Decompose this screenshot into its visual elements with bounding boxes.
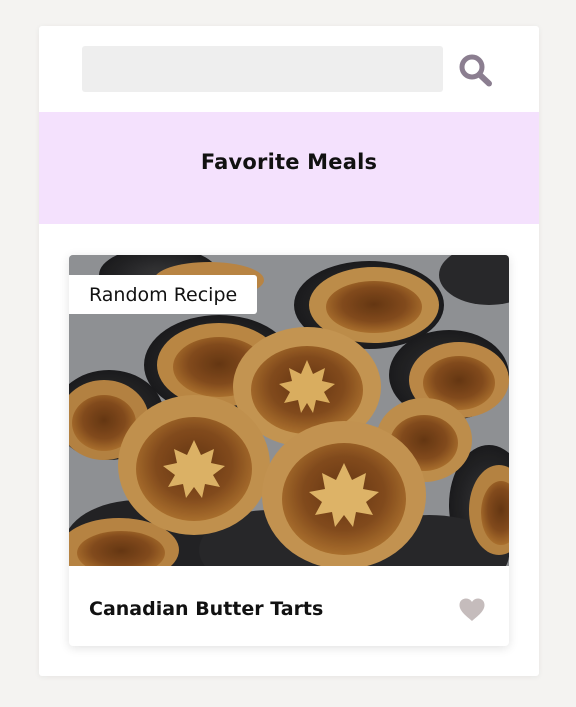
random-recipe-tag: Random Recipe bbox=[69, 275, 258, 314]
favorite-button[interactable] bbox=[458, 597, 486, 623]
favorites-section: Favorite Meals bbox=[39, 112, 539, 224]
meal-finder-app: Favorite Meals Random Recipe Canadian Bu… bbox=[39, 26, 539, 676]
meal-card: Random Recipe Canadian Butter Tarts bbox=[69, 255, 509, 646]
favorites-title: Favorite Meals bbox=[200, 150, 378, 174]
meal-body: Canadian Butter Tarts bbox=[69, 566, 509, 646]
search-input[interactable] bbox=[82, 46, 443, 92]
search-button[interactable] bbox=[457, 52, 495, 88]
search-icon bbox=[459, 54, 492, 87]
meal-name[interactable]: Canadian Butter Tarts bbox=[89, 598, 323, 620]
heart-icon bbox=[459, 598, 485, 621]
